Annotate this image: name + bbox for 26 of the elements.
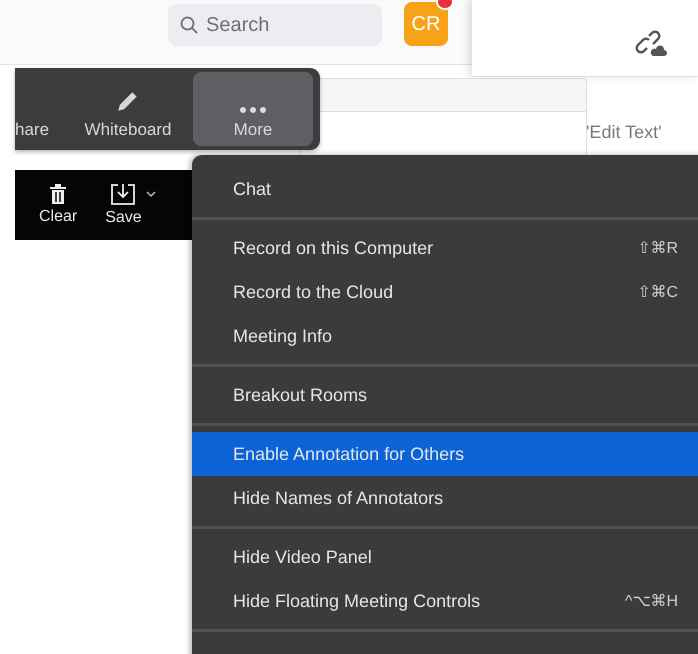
- menu-item[interactable]: Chat: [192, 167, 698, 211]
- trash-icon: [49, 184, 68, 204]
- menu-item[interactable]: Enable Annotation for Others: [192, 432, 698, 476]
- annotation-button[interactable]: Save: [105, 183, 142, 227]
- chevron-down-icon[interactable]: [146, 191, 156, 197]
- toolbar-button[interactable]: More: [193, 72, 313, 146]
- download-icon: [111, 183, 136, 205]
- document-text: 'Edit Text': [586, 122, 662, 143]
- shortcut-text: ⇧⌘R: [637, 239, 678, 258]
- search-field[interactable]: Search: [168, 4, 382, 46]
- menu-item[interactable]: Record on this Computer ⇧⌘R: [192, 226, 698, 270]
- menu-item[interactable]: Hide Floating Meeting Controls ^⌥⌘H: [192, 579, 698, 623]
- menu-item[interactable]: Meeting Info: [192, 314, 698, 358]
- menu-item[interactable]: Breakout Rooms: [192, 373, 698, 417]
- search-icon: [180, 16, 198, 34]
- toolbar-button[interactable]: Whiteboard: [63, 72, 193, 146]
- link-cloud-icon: [635, 28, 667, 58]
- toolbar-button[interactable]: hare: [15, 72, 63, 146]
- more-icon: [239, 106, 267, 114]
- menu-item[interactable]: Hide Names of Annotators: [192, 476, 698, 520]
- shortcut-text: ⇧⌘C: [637, 283, 678, 302]
- menu-item[interactable]: Record to the Cloud ⇧⌘C: [192, 270, 698, 314]
- menu-item[interactable]: Hide Video Panel: [192, 535, 698, 579]
- annotation-button[interactable]: Clear: [39, 184, 78, 226]
- shortcut-text: ^⌥⌘H: [624, 592, 678, 611]
- search-placeholder: Search: [206, 14, 270, 36]
